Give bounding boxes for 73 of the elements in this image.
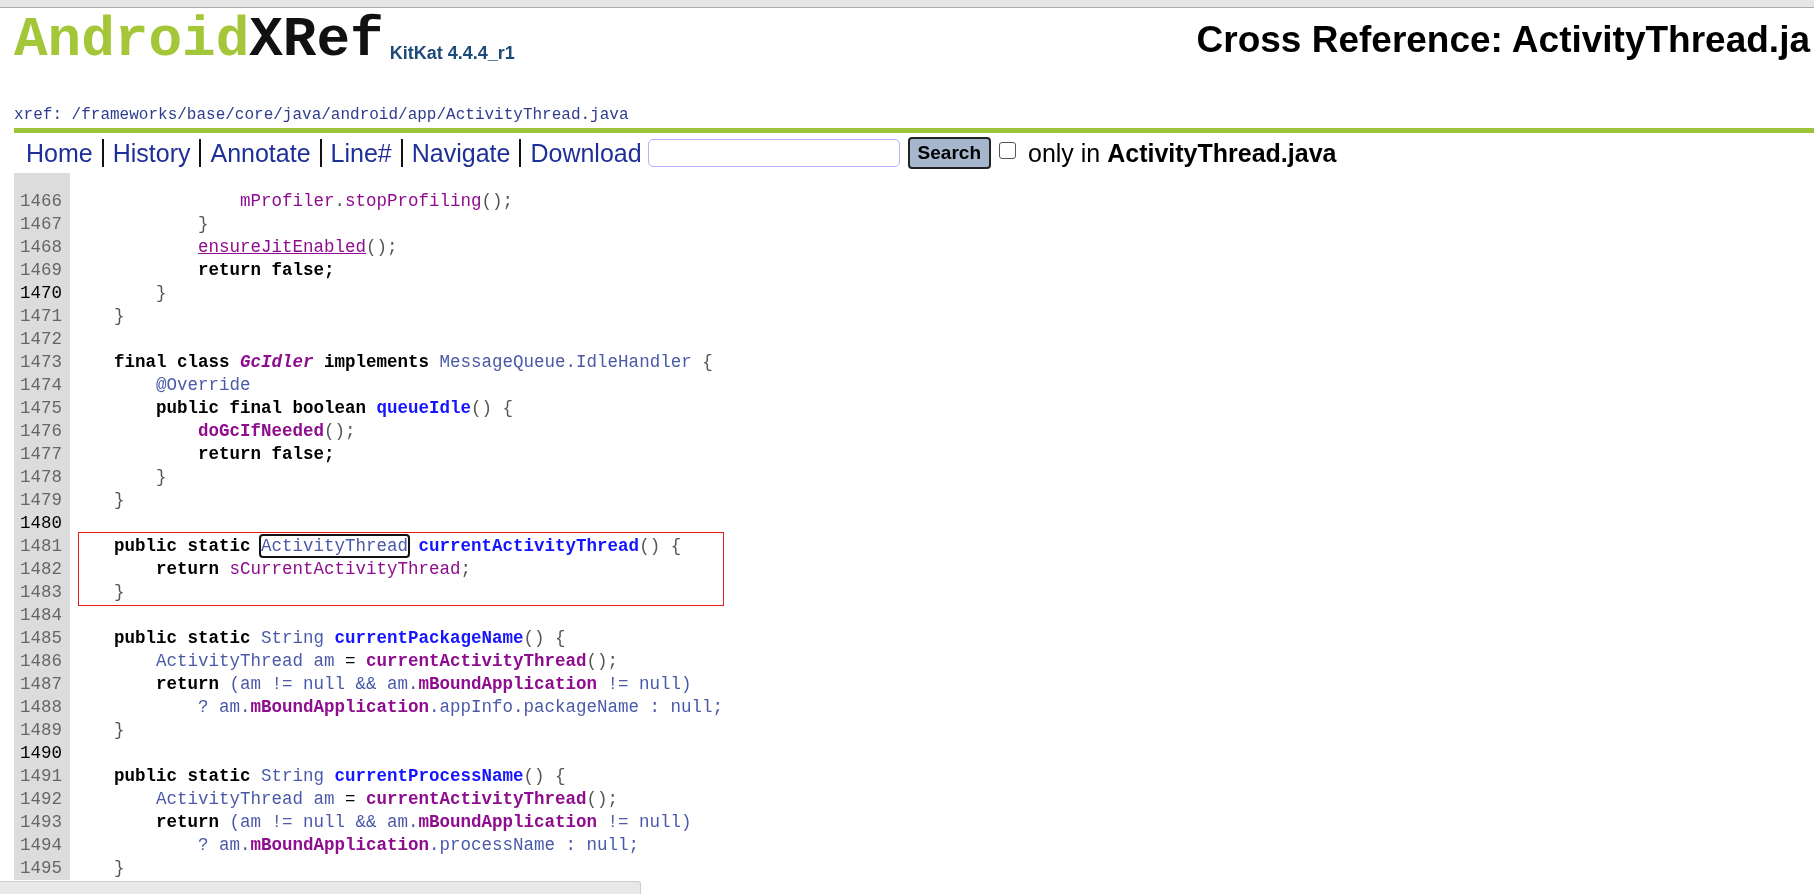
code-line: return (am != null && am.mBoundApplication != null): [156, 673, 692, 696]
nav-link[interactable]: Annotate: [210, 138, 311, 168]
line-number: 1482: [14, 558, 70, 581]
code-line: ActivityThread am = currentActivityThread();: [156, 650, 619, 673]
search-field[interactable]: [647, 139, 900, 167]
code-line: }: [114, 857, 125, 880]
code-line: ? am.mBoundApplication.processName : null;: [198, 834, 640, 857]
code-line: }: [156, 282, 167, 305]
code-line: ActivityThread am = currentActivityThread();: [156, 788, 619, 811]
checkbox[interactable]: [999, 141, 1016, 159]
line-number: 1488: [14, 696, 70, 719]
code-line: ensureJitEnabled();: [198, 236, 398, 259]
search-button[interactable]: Search: [907, 137, 991, 169]
line-number: 1470: [14, 282, 70, 305]
code-line: final class GcIdler implements MessageQueue.IdleHandler {: [114, 351, 713, 374]
code-line: return false;: [198, 443, 335, 466]
code-line: public static ActivityThread currentActivityThread() {: [114, 535, 682, 558]
line-number: 1475: [14, 397, 70, 420]
line-number: 1477: [14, 443, 70, 466]
line-number: 1472: [14, 328, 70, 351]
code-line: mProfiler.stopProfiling();: [240, 190, 514, 213]
line-number: 1490: [14, 742, 70, 765]
line-number: 1481: [14, 535, 70, 558]
line-number: 1489: [14, 719, 70, 742]
line-number: 1487: [14, 673, 70, 696]
code-line: }: [114, 489, 125, 512]
code-line: }: [114, 719, 125, 742]
line-number: 1484: [14, 604, 70, 627]
code-line: }: [114, 581, 125, 604]
code-line: ? am.mBoundApplication.appInfo.packageName : null;: [198, 696, 724, 719]
line-number: 1493: [14, 811, 70, 834]
nav-link[interactable]: Download: [530, 138, 642, 168]
code-line: @Override: [156, 374, 251, 397]
site-logo[interactable]: AndroidXRef: [14, 12, 384, 68]
line-number: 1483: [14, 581, 70, 604]
line-number: 1495: [14, 857, 70, 880]
line-number: 1485: [14, 627, 70, 650]
code-line: return (am != null && am.mBoundApplication != null): [156, 811, 692, 834]
code-line: public final boolean queueIdle() {: [156, 397, 514, 420]
line-number: 1480: [14, 512, 70, 535]
nav-link[interactable]: Line#: [330, 138, 392, 168]
line-number: 1469: [14, 259, 70, 282]
line-number: 1476: [14, 420, 70, 443]
code-line: return sCurrentActivityThread;: [156, 558, 472, 581]
code-line: }: [198, 213, 209, 236]
line-number: 1474: [14, 374, 70, 397]
code-line: public static String currentProcessName() {: [114, 765, 566, 788]
line-number: 1468: [14, 236, 70, 259]
line-number: 1479: [14, 489, 70, 512]
code-line: doGcIfNeeded();: [198, 420, 356, 443]
code-line: }: [156, 466, 167, 489]
line-number: 1492: [14, 788, 70, 811]
line-number: 1478: [14, 466, 70, 489]
line-number: 1466: [14, 190, 70, 213]
line-number: 1471: [14, 305, 70, 328]
line-number: 1467: [14, 213, 70, 236]
line-number: 1494: [14, 834, 70, 857]
line-number: 1473: [14, 351, 70, 374]
code-line: public static String currentPackageName() {: [114, 627, 566, 650]
release-label: KitKat 4.4.4_r1: [389, 43, 515, 64]
nav-link[interactable]: Navigate: [411, 138, 511, 168]
code-line: }: [114, 305, 125, 328]
only-in-label: only in ActivityThread.java: [1028, 138, 1337, 168]
line-number: 1491: [14, 765, 70, 788]
code-link[interactable]: ActivityThread: [261, 536, 409, 556]
code-link[interactable]: ensureJitEnabled: [198, 237, 367, 257]
nav-link[interactable]: Home: [26, 138, 93, 168]
page-title: Cross Reference: ActivityThread.ja: [1196, 18, 1810, 62]
file-path: xref: /frameworks/base/core/java/android/app/ActivityThread.java: [14, 106, 630, 124]
nav-link[interactable]: History: [112, 138, 191, 168]
code-line: return false;: [198, 259, 335, 282]
line-number: 1486: [14, 650, 70, 673]
gutter-background: [14, 173, 70, 190]
